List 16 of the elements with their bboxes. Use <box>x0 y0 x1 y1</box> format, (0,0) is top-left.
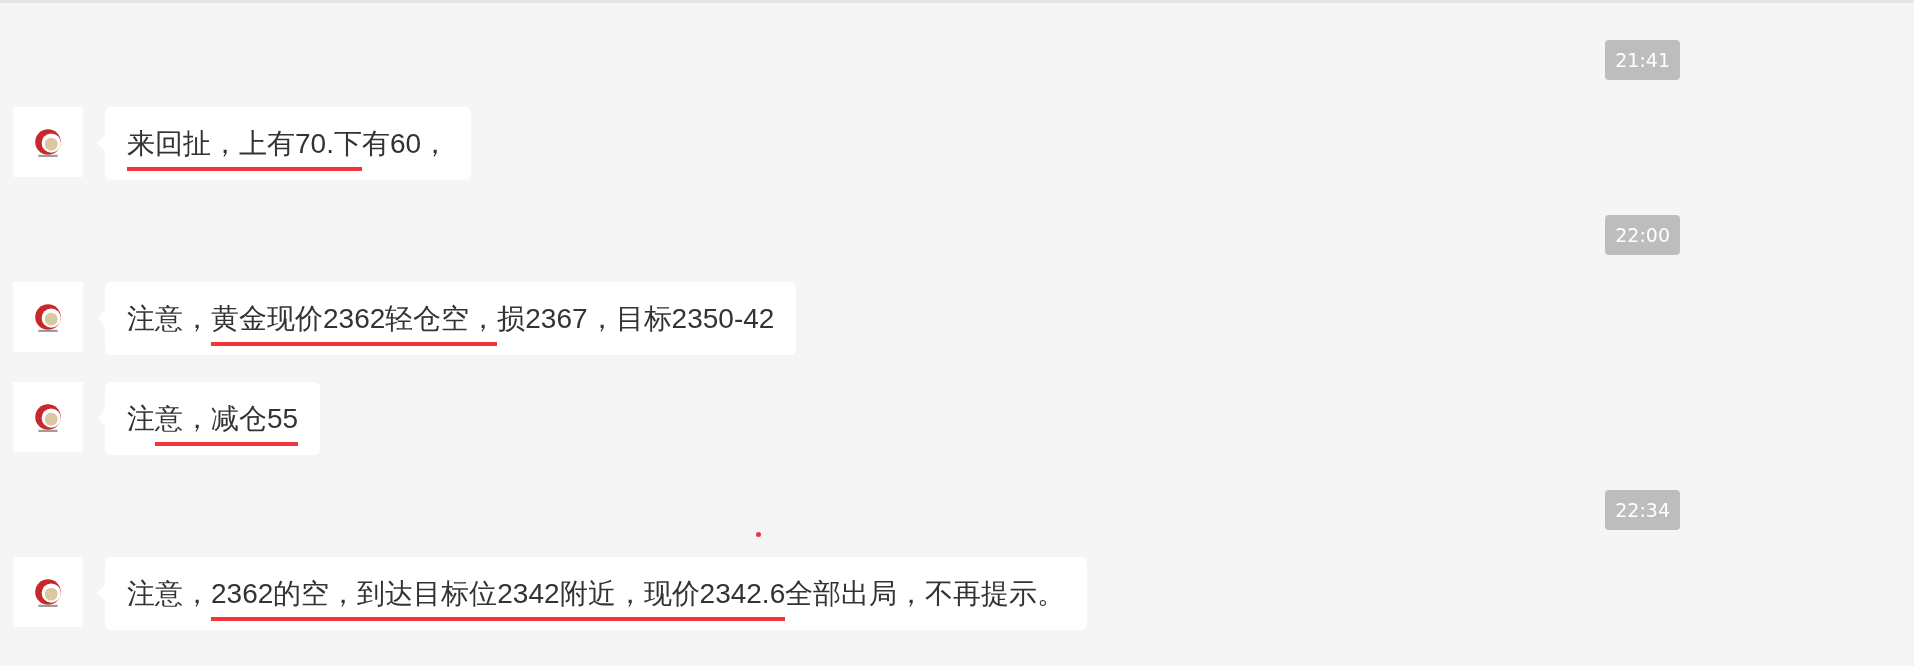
logo-icon <box>32 126 64 158</box>
message-text: 注意，2362的空，到达目标位2342附近，现价2342.6全部出局，不再提示。 <box>127 566 1066 621</box>
logo-icon <box>32 301 64 333</box>
timestamp: 22:00 <box>1605 215 1680 255</box>
timestamp: 21:41 <box>1605 40 1680 80</box>
avatar[interactable] <box>13 107 83 177</box>
message-text: 来回扯，上有70.下有60， <box>127 116 450 171</box>
timestamp: 22:34 <box>1605 490 1680 530</box>
logo-icon <box>32 401 64 433</box>
avatar[interactable] <box>13 557 83 627</box>
annotation-dot <box>756 532 761 537</box>
message-text: 注意，黄金现价2362轻仓空，损2367，目标2350-42 <box>127 291 775 346</box>
avatar[interactable] <box>13 282 83 352</box>
logo-icon <box>32 576 64 608</box>
avatar[interactable] <box>13 382 83 452</box>
message-text: 注意，减仓55 <box>127 391 299 446</box>
